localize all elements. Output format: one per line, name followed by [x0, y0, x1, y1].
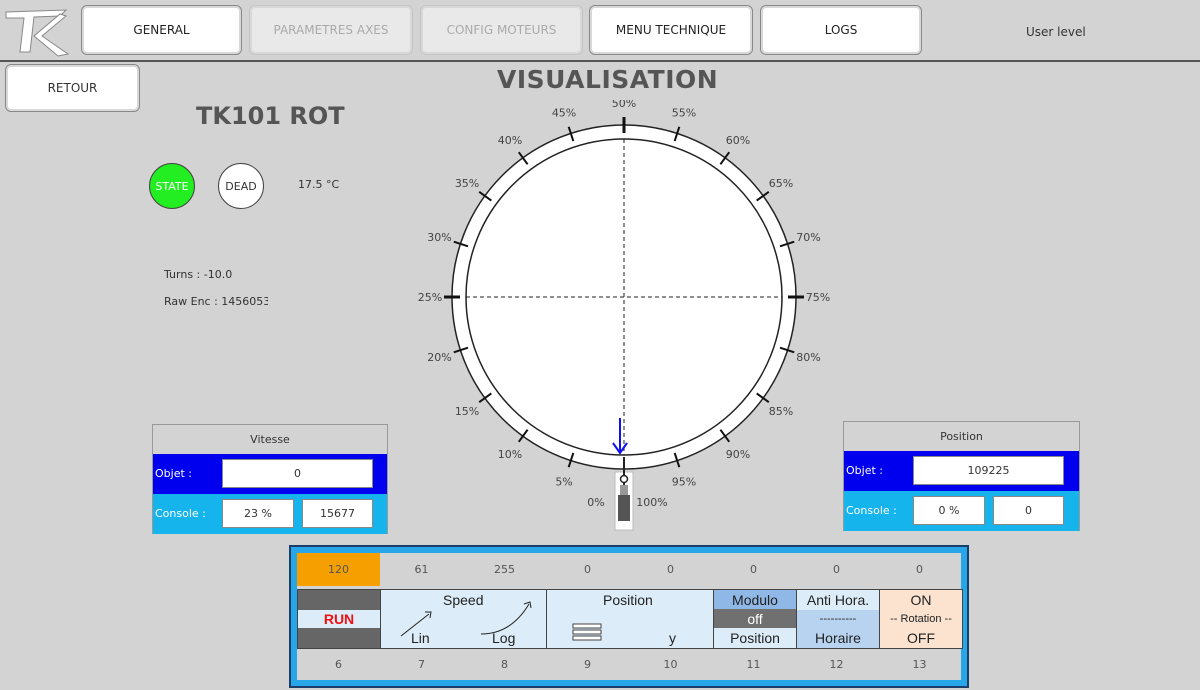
nav-config-moteurs-button[interactable]: CONFIG MOTEURS: [420, 5, 583, 55]
register-index-12: 12: [829, 657, 844, 671]
nav-menu-technique-button[interactable]: MENU TECHNIQUE: [589, 5, 753, 55]
modulo-toggle[interactable]: Modulo off Position: [713, 589, 797, 649]
vitesse-panel: Vitesse Objet : 0 Console : 23 % 15677: [152, 424, 388, 534]
dial-label: 80%: [796, 351, 820, 364]
modulo-state: off: [747, 610, 763, 627]
dial-label: 5%: [555, 476, 572, 489]
vitesse-objet-row: Objet : 0: [153, 454, 387, 494]
temperature-readout: 17.5 °C: [298, 178, 340, 191]
page-title: VISUALISATION: [497, 65, 719, 94]
speed-mode-selector[interactable]: Speed Lin Log: [380, 589, 547, 649]
dial-label: 0%: [587, 496, 604, 509]
vitesse-console-percent: 23 %: [222, 499, 294, 528]
position-objet-label: Objet :: [846, 464, 883, 477]
modulo-title: Modulo: [732, 591, 778, 608]
register-index-8: 8: [501, 657, 508, 671]
position-title: Position: [844, 422, 1079, 452]
vitesse-title: Vitesse: [153, 425, 387, 455]
modulo-position-label: Position: [730, 630, 780, 646]
register-value-8: 255: [494, 563, 515, 576]
rotation-label: -- Rotation --: [890, 613, 952, 625]
position-mode-selector[interactable]: Position y: [546, 589, 714, 649]
rotation-dial: 0% 5% 10% 15% 20% 25% 30% 35% 40% 45% 50% 55% 60% 65%…: [418, 100, 830, 531]
dial-label: 85%: [769, 405, 793, 418]
dial-label: 70%: [796, 231, 820, 244]
direction-anti-horaire: Anti Hora.: [806, 592, 870, 608]
position-objet-field[interactable]: 109225: [913, 456, 1064, 485]
dial-label: 55%: [672, 106, 696, 119]
position-console-value: 0: [993, 496, 1064, 525]
register-value-12: 0: [833, 563, 840, 576]
direction-toggle[interactable]: Anti Hora. ---------- Horaire: [796, 589, 880, 649]
dial-label: 65%: [769, 177, 793, 190]
register-index-6: 6: [335, 657, 342, 671]
vitesse-objet-label: Objet :: [155, 467, 192, 480]
dial-label: 20%: [427, 351, 451, 364]
position-console-row: Console : 0 % 0: [844, 491, 1079, 531]
run-button[interactable]: RUN: [297, 589, 381, 649]
run-label: RUN: [323, 611, 355, 627]
register-index-7: 7: [418, 657, 425, 671]
dial-label: 15%: [455, 405, 479, 418]
rotation-off: OFF: [907, 630, 935, 646]
position-console-percent: 0 %: [913, 496, 985, 525]
nav-general-button[interactable]: GENERAL: [81, 5, 242, 55]
register-index-13: 13: [912, 657, 927, 671]
register-value-9: 0: [584, 563, 591, 576]
vitesse-objet-field[interactable]: 0: [222, 459, 373, 488]
position-y-label: y: [669, 630, 676, 646]
dial-label: 75%: [806, 291, 830, 304]
dial-label: 25%: [418, 291, 442, 304]
vitesse-console-value: 15677: [302, 499, 373, 528]
stack-icon: [572, 623, 602, 641]
user-level-label: User level: [1026, 25, 1086, 39]
top-bar: GENERAL PARAMETRES AXES CONFIG MOTEURS M…: [0, 0, 1200, 62]
dial-label: 30%: [427, 231, 451, 244]
device-name: TK101 ROT: [196, 102, 345, 130]
register-index-11: 11: [746, 657, 761, 671]
dial-label: 95%: [672, 476, 696, 489]
dial-label: 35%: [455, 177, 479, 190]
dead-label: DEAD: [225, 179, 257, 193]
control-panel-inner: 120 61 255 0 0 0 0 0 RUN Speed Lin Log P…: [297, 553, 963, 680]
retour-button[interactable]: RETOUR: [5, 64, 140, 112]
dial-label: 90%: [726, 448, 750, 461]
turns-readout: Turns : -10.0: [164, 268, 233, 281]
register-index-10: 10: [663, 657, 678, 671]
position-console-label: Console :: [846, 504, 897, 517]
position-panel: Position Objet : 109225 Console : 0 % 0: [843, 421, 1080, 531]
direction-horaire: Horaire: [815, 630, 861, 646]
dial-label: 50%: [612, 100, 636, 110]
nav-parametres-axes-button[interactable]: PARAMETRES AXES: [249, 5, 413, 55]
dead-indicator: DEAD: [218, 163, 264, 209]
register-value-11: 0: [750, 563, 757, 576]
register-value-6: 120: [297, 553, 380, 586]
position-mode-title: Position: [603, 592, 653, 608]
company-logo-icon: [0, 0, 76, 60]
position-objet-row: Objet : 109225: [844, 451, 1079, 491]
dial-label: 10%: [498, 448, 522, 461]
nav-logs-button[interactable]: LOGS: [760, 5, 922, 55]
rotation-toggle[interactable]: ON -- Rotation -- OFF: [879, 589, 963, 649]
register-value-13: 0: [916, 563, 923, 576]
control-panel: 120 61 255 0 0 0 0 0 RUN Speed Lin Log P…: [289, 545, 969, 688]
register-value-10: 0: [667, 563, 674, 576]
dial-label: 45%: [552, 106, 576, 119]
register-index-9: 9: [584, 657, 591, 671]
vitesse-console-label: Console :: [155, 507, 206, 520]
direction-separator: ----------: [819, 613, 857, 625]
raw-enc-readout: Raw Enc : 14560531: [164, 295, 268, 308]
register-value-7: 61: [414, 563, 429, 576]
vitesse-console-row: Console : 23 % 15677: [153, 494, 387, 534]
dial-label: 100%: [636, 496, 667, 509]
dial-label: 60%: [726, 134, 750, 147]
speed-curves-icon: [400, 601, 532, 637]
state-label: STATE: [155, 179, 189, 193]
state-indicator: STATE: [149, 163, 195, 209]
dial-label: 40%: [498, 134, 522, 147]
rotation-on: ON: [910, 592, 932, 608]
